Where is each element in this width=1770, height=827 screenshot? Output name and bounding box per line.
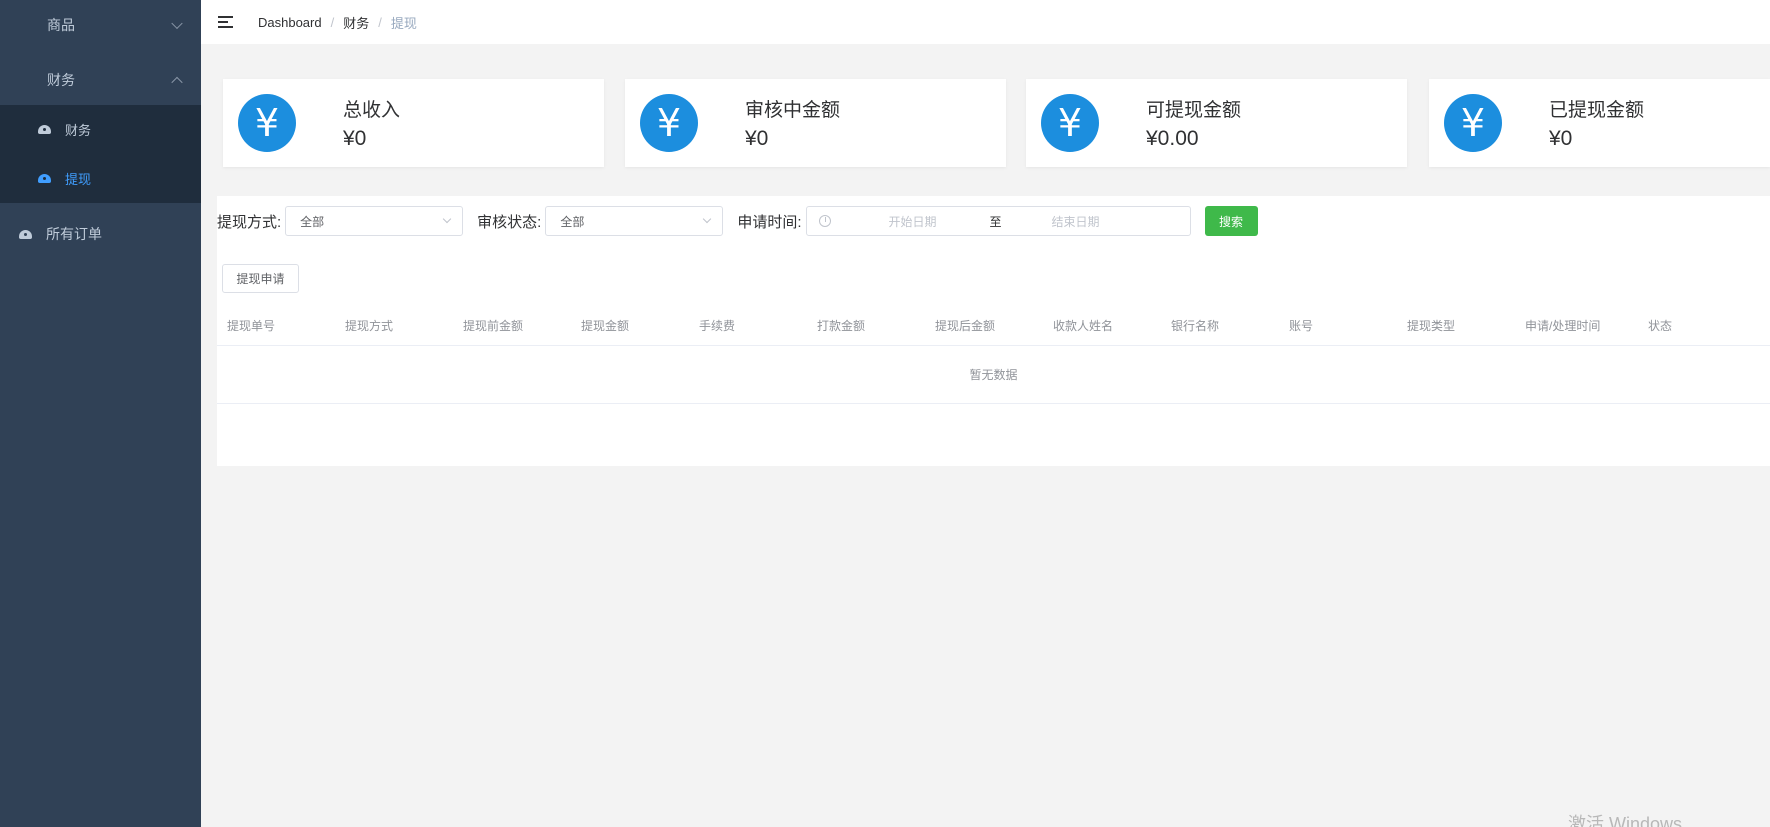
- breadcrumb: Dashboard / 财务 / 提现: [258, 13, 417, 32]
- stat-value: ¥0: [343, 127, 367, 150]
- table-column-header: 提现前金额: [463, 319, 524, 333]
- chevron-down-icon: [171, 17, 183, 30]
- stat-value: ¥0: [1549, 127, 1573, 150]
- yen-icon: ¥: [640, 94, 698, 152]
- status-select-value: 全部: [560, 214, 585, 229]
- yen-icon: ¥: [238, 94, 296, 152]
- method-filter-label: 提现方式:: [217, 213, 282, 231]
- chevron-down-icon: [442, 214, 452, 224]
- stat-value: ¥0.00: [1146, 127, 1199, 150]
- withdraw-table: 提现单号 提现方式 提现前金额 提现金额 手续费 打款金额 提现后金额 收款人姓…: [217, 306, 1770, 404]
- hamburger-icon[interactable]: [218, 15, 234, 29]
- table-column-header: 提现金额: [581, 319, 630, 333]
- sidebar-item-finance[interactable]: 财务: [0, 55, 201, 105]
- dashboard-icon: [38, 174, 51, 183]
- finance-submenu: 财务 提现: [0, 105, 201, 203]
- sidebar-subitem-finance[interactable]: 财务: [0, 105, 201, 154]
- sidebar-item-label: 财务: [65, 123, 92, 138]
- sidebar-item-all-orders[interactable]: 所有订单: [0, 209, 201, 259]
- empty-text: 暂无数据: [969, 368, 1018, 382]
- table-column-header: 提现后金额: [935, 319, 996, 333]
- date-range-picker[interactable]: 开始日期 至 结束日期: [805, 206, 1191, 236]
- stat-label: 审核中金额: [745, 100, 841, 121]
- stat-card-under-review: ¥ 审核中金额 ¥0: [625, 79, 1006, 167]
- table-column-header: 账号: [1289, 319, 1314, 333]
- method-select-value: 全部: [300, 214, 325, 229]
- stat-card-withdrawn: ¥ 已提现金额 ¥0: [1429, 79, 1770, 167]
- yen-icon: ¥: [1444, 94, 1502, 152]
- time-filter-label: 申请时间:: [737, 213, 802, 231]
- table-column-header: 收款人姓名: [1053, 319, 1114, 333]
- status-filter-label: 审核状态:: [477, 213, 542, 231]
- table-column-header: 提现单号: [227, 319, 276, 333]
- end-date-input[interactable]: 结束日期: [1052, 213, 1100, 230]
- stat-card-total-income: ¥ 总收入 ¥0: [223, 79, 604, 167]
- table-empty-row: 暂无数据: [217, 346, 1770, 404]
- table-column-header: 状态: [1648, 319, 1673, 333]
- dashboard-icon: [38, 125, 51, 134]
- start-date-input[interactable]: 开始日期: [889, 213, 979, 230]
- sidebar-item-products[interactable]: 商品: [0, 0, 201, 50]
- table-column-header: 打款金额: [817, 319, 866, 333]
- table-column-header: 提现方式: [345, 319, 394, 333]
- apply-withdraw-button[interactable]: 提现申请: [222, 264, 299, 293]
- sidebar-item-label: 提现: [65, 172, 92, 187]
- chevron-up-icon: [171, 76, 183, 89]
- method-select[interactable]: 全部: [285, 206, 464, 236]
- range-separator: 至: [989, 214, 1002, 229]
- breadcrumb-separator: /: [378, 14, 382, 30]
- yen-icon: ¥: [1041, 94, 1099, 152]
- stat-label: 已提现金额: [1549, 100, 1645, 121]
- table-column-header: 申请/处理时间: [1525, 319, 1601, 333]
- chevron-down-icon: [703, 214, 712, 224]
- table-header: 提现单号 提现方式 提现前金额 提现金额 手续费 打款金额 提现后金额 收款人姓…: [217, 306, 1770, 346]
- breadcrumb-finance[interactable]: 财务: [343, 13, 369, 32]
- stat-label: 总收入: [343, 100, 401, 121]
- clock-icon: [818, 215, 831, 227]
- stat-card-withdrawable: ¥ 可提现金额 ¥0.00: [1026, 79, 1407, 167]
- windows-activation-watermark: 激活 Windows: [1568, 814, 1683, 827]
- stat-value: ¥0: [745, 127, 769, 150]
- withdraw-panel: 提现方式: 全部 审核状态: 全部 申请时间: 开始日期 至 结束日期 搜索 提…: [217, 196, 1770, 466]
- top-navbar: Dashboard / 财务 / 提现: [201, 0, 1770, 44]
- sidebar: 商品 财务 财务 提现 所有订单: [0, 0, 201, 827]
- table-column-header: 提现类型: [1407, 319, 1456, 333]
- status-select[interactable]: 全部: [545, 206, 724, 236]
- dashboard-icon: [19, 229, 32, 239]
- breadcrumb-separator: /: [330, 14, 335, 30]
- sidebar-item-label: 所有订单: [46, 226, 102, 242]
- search-button[interactable]: 搜索: [1204, 206, 1258, 236]
- stat-label: 可提现金额: [1146, 100, 1242, 121]
- filter-bar: 提现方式: 全部 审核状态: 全部 申请时间: 开始日期 至 结束日期 搜索: [217, 206, 1258, 236]
- breadcrumb-dashboard[interactable]: Dashboard: [258, 15, 322, 30]
- sidebar-subitem-withdraw[interactable]: 提现: [0, 154, 201, 203]
- sidebar-item-label: 商品: [47, 17, 75, 33]
- sidebar-item-label: 财务: [47, 72, 75, 88]
- table-column-header: 银行名称: [1171, 319, 1220, 333]
- table-column-header: 手续费: [699, 319, 736, 333]
- breadcrumb-withdraw: 提现: [390, 15, 417, 31]
